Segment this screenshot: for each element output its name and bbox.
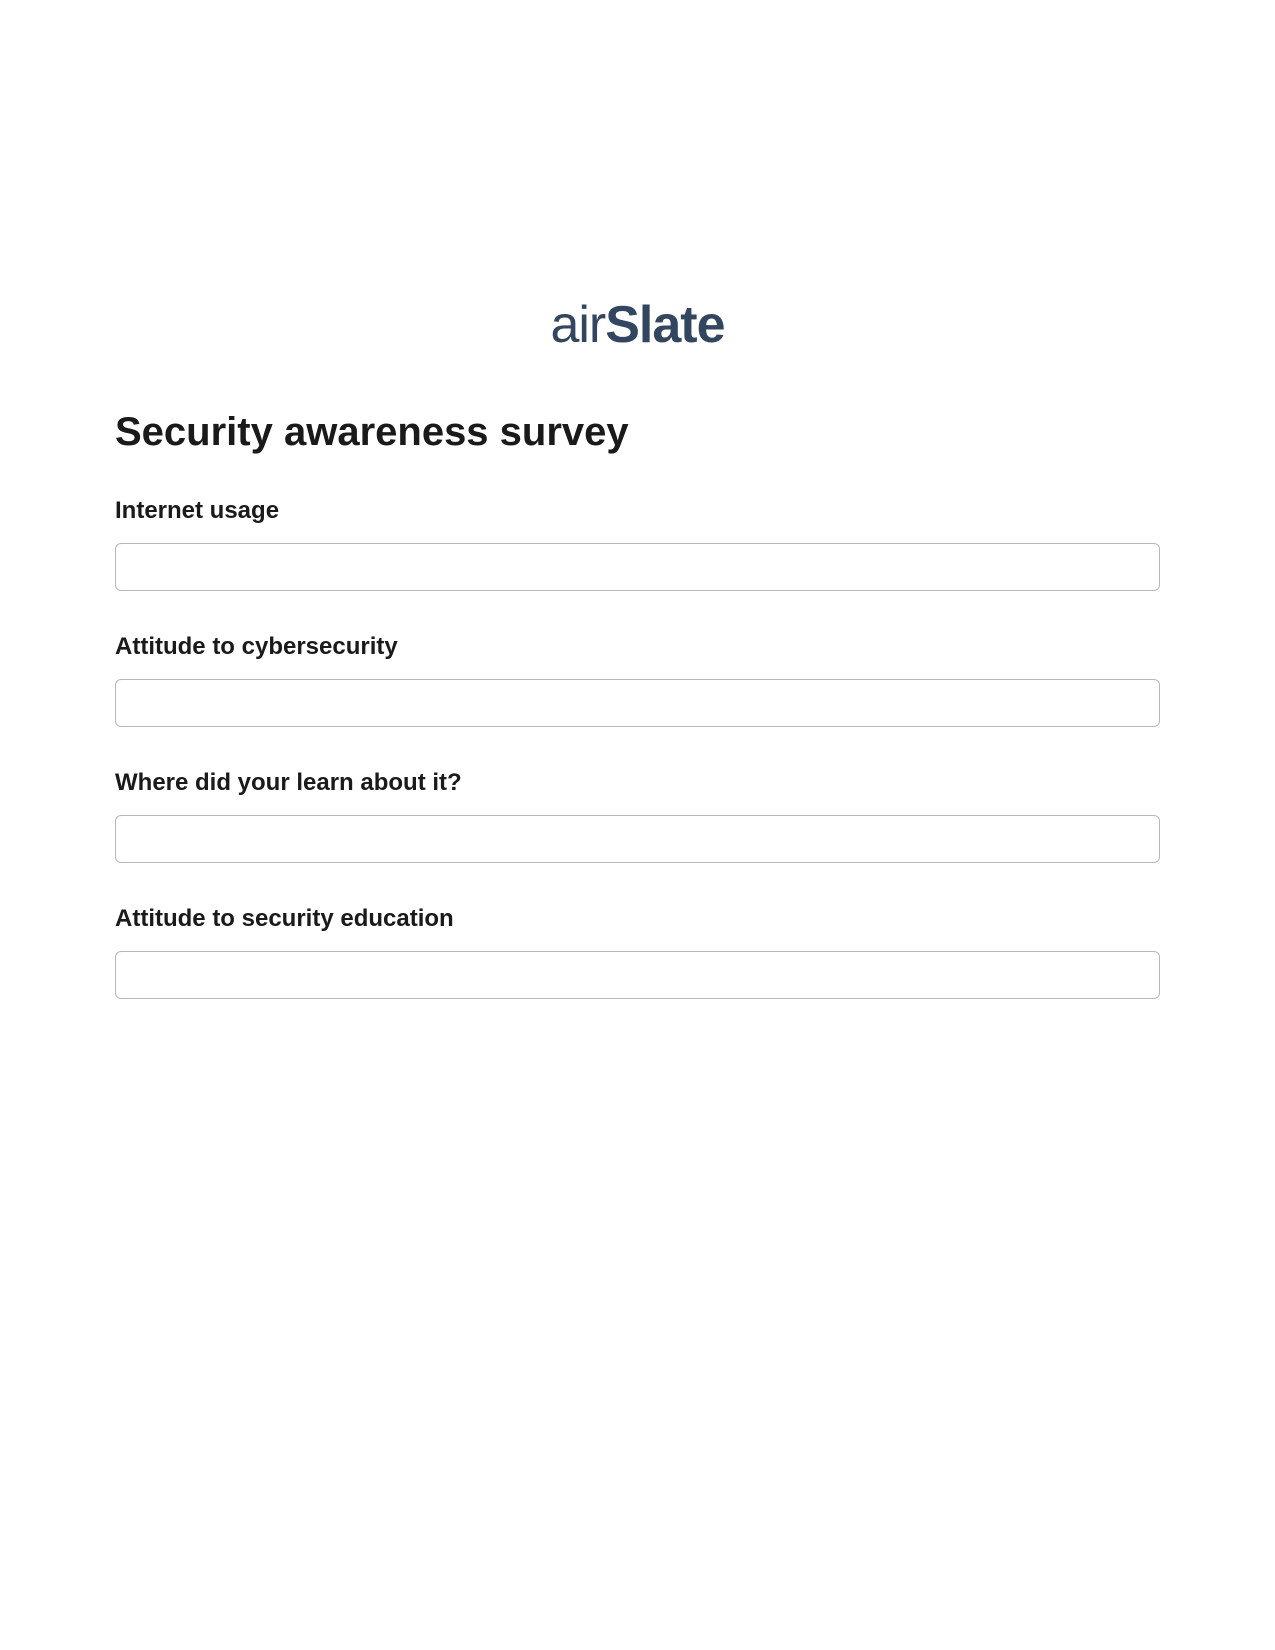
input-internet-usage[interactable] xyxy=(115,543,1160,591)
form-group-internet-usage: Internet usage xyxy=(115,497,1160,591)
logo-prefix: air xyxy=(550,296,605,354)
label-cybersecurity: Attitude to cybersecurity xyxy=(115,633,1160,661)
form-group-security-education: Attitude to security education xyxy=(115,905,1160,999)
form-container: airSlate Security awareness survey Inter… xyxy=(0,0,1275,999)
logo-suffix: Slate xyxy=(605,296,724,354)
logo-text: airSlate xyxy=(550,296,724,354)
input-security-education[interactable] xyxy=(115,951,1160,999)
form-group-learn-about: Where did your learn about it? xyxy=(115,769,1160,863)
label-security-education: Attitude to security education xyxy=(115,905,1160,933)
input-learn-about[interactable] xyxy=(115,815,1160,863)
page-title: Security awareness survey xyxy=(115,410,1160,455)
logo: airSlate xyxy=(115,295,1160,355)
label-internet-usage: Internet usage xyxy=(115,497,1160,525)
input-cybersecurity[interactable] xyxy=(115,679,1160,727)
form-group-cybersecurity: Attitude to cybersecurity xyxy=(115,633,1160,727)
label-learn-about: Where did your learn about it? xyxy=(115,769,1160,797)
